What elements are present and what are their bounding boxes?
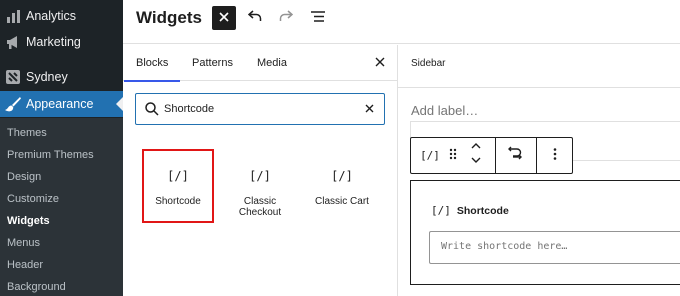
shortcode-block-title: Shortcode [456,204,509,217]
close-icon [375,54,385,72]
submenu-item-background[interactable]: Background [7,281,66,293]
sydney-theme-icon [4,69,22,85]
undo-button[interactable] [243,6,267,30]
transform-icon [508,146,522,165]
appearance-submenu: Themes Premium Themes Design Customize W… [0,118,123,296]
close-inserter-button[interactable] [372,55,388,71]
menu-item-label: Analytics [26,9,77,23]
chevron-up-down-icon [471,142,481,169]
menu-item-analytics[interactable]: Analytics [0,3,123,29]
submenu-item-header[interactable]: Header [7,259,43,271]
block-result-classic-cart[interactable]: [/] Classic Cart [306,149,378,223]
close-icon [365,100,374,118]
block-result-shortcode[interactable]: [/] Shortcode [142,149,214,223]
block-result-classic-checkout[interactable]: [/] Classic Checkout [224,149,296,223]
undo-icon [247,9,262,27]
block-result-label: Classic Cart [315,196,369,207]
paintbrush-icon [4,96,22,112]
redo-icon [279,9,294,27]
tab-patterns[interactable]: Patterns [192,45,233,81]
shortcode-block-header: [/] Shortcode [431,204,509,217]
block-result-label: Classic Checkout [238,196,282,218]
submenu-item-themes[interactable]: Themes [7,127,47,139]
menu-item-label: Sydney [26,70,68,84]
tab-media[interactable]: Media [257,45,287,81]
transform-button[interactable] [501,138,529,173]
submenu-item-menus[interactable]: Menus [7,237,40,249]
submenu-item-premium-themes[interactable]: Premium Themes [7,149,94,161]
menu-item-marketing[interactable]: Marketing [0,29,123,55]
list-view-button[interactable] [306,6,330,30]
menu-item-label: Appearance [26,97,94,111]
menu-item-label: Marketing [26,35,81,49]
divider [398,87,680,88]
redo-button[interactable] [274,6,298,30]
page-title: Widgets [136,8,202,27]
block-inserter-panel: Blocks Patterns Media [/] Shortcode [/] … [123,45,398,296]
more-options-button[interactable] [542,138,568,173]
shortcode-icon: [/] [420,149,440,162]
shortcode-icon: [/] [431,204,451,217]
add-label-field[interactable]: Add label… [411,103,478,118]
close-icon [219,9,229,27]
shortcode-icon: [/] [331,169,353,183]
editor-header: Widgets [123,0,680,44]
search-icon [144,101,160,117]
block-type-button[interactable]: [/] [417,138,443,173]
inserter-tabs: Blocks Patterns Media [123,45,398,82]
block-toolbar: [/] [410,137,573,174]
move-up-down-buttons[interactable] [465,138,487,173]
drag-handle-icon [449,147,457,165]
menu-item-appearance[interactable]: Appearance [0,91,123,117]
submenu-item-customize[interactable]: Customize [7,193,59,205]
widget-area-title: Sidebar [411,58,446,69]
megaphone-icon [4,34,22,50]
list-view-icon [311,9,325,27]
clear-search-button[interactable] [362,102,376,116]
drag-handle[interactable] [444,138,462,173]
submenu-item-widgets[interactable]: Widgets [7,215,50,227]
toolbar-separator [536,138,537,173]
shortcode-textarea[interactable]: Write shortcode here… [429,231,680,264]
block-search-box [135,93,385,125]
menu-item-sydney[interactable]: Sydney [0,64,123,90]
shortcode-icon: [/] [249,169,271,183]
close-inserter-toggle-button[interactable] [212,6,236,30]
shortcode-block[interactable]: [/] Shortcode Write shortcode here… [410,180,680,285]
admin-sidebar: Analytics Marketing Sydney Appearance Th… [0,0,123,296]
toolbar-separator [495,138,496,173]
block-result-label: Shortcode [155,196,201,207]
tab-blocks[interactable]: Blocks [123,45,181,82]
more-vertical-icon [553,147,557,165]
bar-chart-icon [4,8,22,24]
shortcode-icon: [/] [167,169,189,183]
submenu-item-design[interactable]: Design [7,171,41,183]
block-search-input[interactable] [164,100,344,118]
widget-area-editor: Sidebar Add label… [/] [/] Shortcode Wri… [398,45,680,296]
